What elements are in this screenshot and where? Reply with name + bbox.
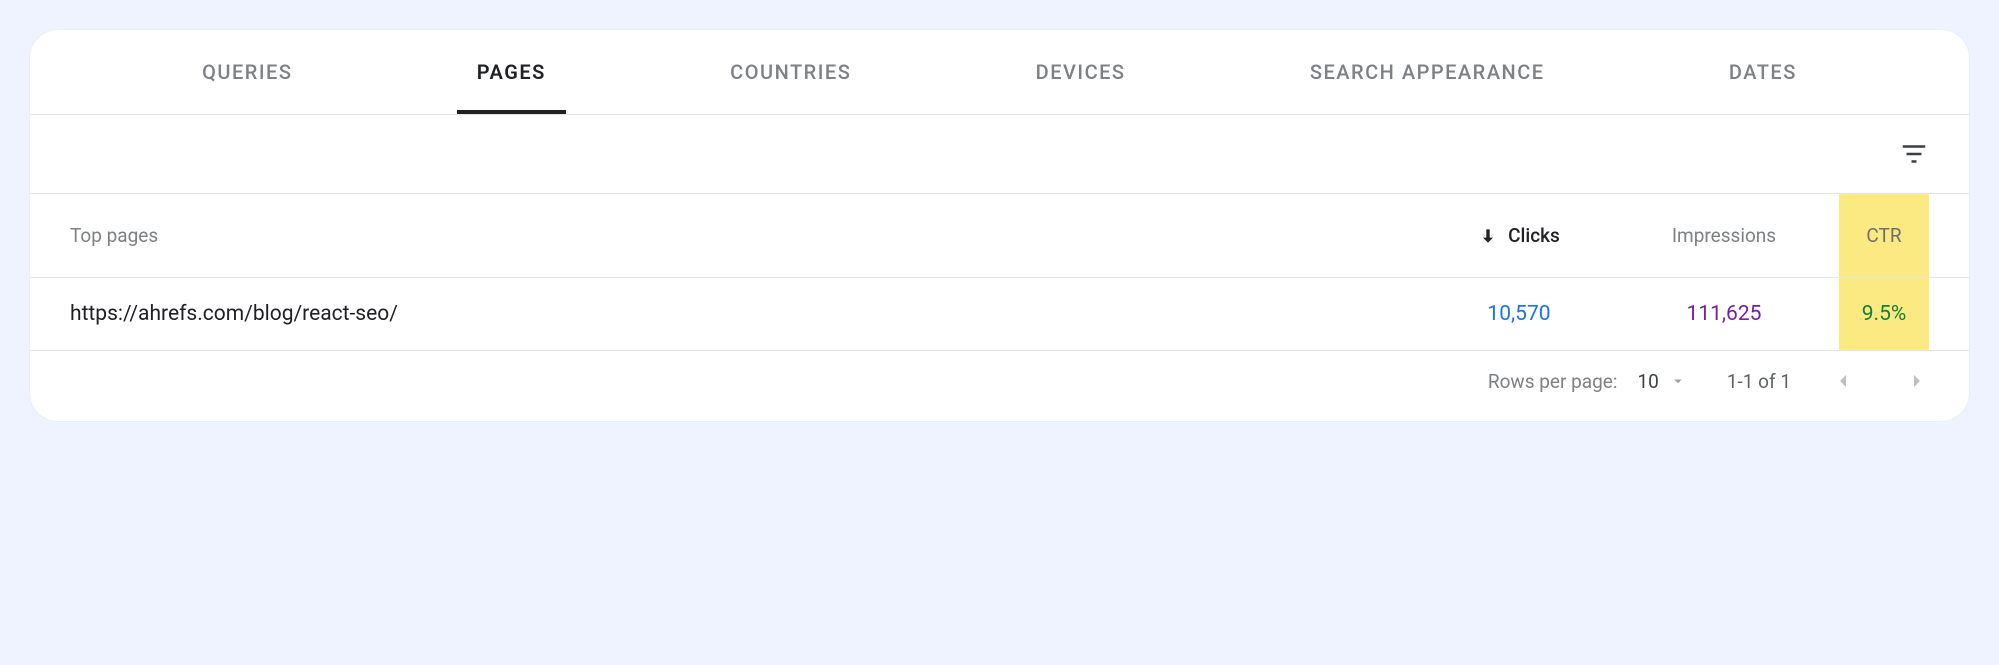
tab-queries[interactable]: QUERIES — [182, 30, 312, 114]
cell-impressions: 111,625 — [1609, 302, 1839, 326]
tab-countries[interactable]: COUNTRIES — [710, 30, 871, 114]
tab-devices[interactable]: DEVICES — [1016, 30, 1146, 114]
column-header-top-pages[interactable]: Top pages — [70, 224, 1429, 247]
dropdown-icon — [1669, 372, 1687, 390]
pager-prev-icon[interactable] — [1831, 369, 1855, 393]
sort-descending-icon — [1478, 226, 1498, 246]
pager-next-icon[interactable] — [1905, 369, 1929, 393]
tabs-bar: QUERIES PAGES COUNTRIES DEVICES SEARCH A… — [30, 30, 1969, 115]
tab-pages[interactable]: PAGES — [457, 30, 566, 114]
tab-search-appearance[interactable]: SEARCH APPEARANCE — [1290, 30, 1565, 114]
rows-per-page: Rows per page: 10 — [1488, 370, 1687, 393]
report-card: QUERIES PAGES COUNTRIES DEVICES SEARCH A… — [30, 30, 1969, 421]
cell-ctr: 9.5% — [1839, 278, 1929, 350]
column-header-ctr[interactable]: CTR — [1839, 194, 1929, 277]
table-header: Top pages Clicks Impressions CTR — [30, 194, 1969, 278]
rows-per-page-label: Rows per page: — [1488, 370, 1618, 393]
cell-clicks: 10,570 — [1429, 302, 1609, 326]
column-header-impressions[interactable]: Impressions — [1609, 224, 1839, 247]
column-header-clicks-label: Clicks — [1508, 224, 1560, 247]
table-row[interactable]: https://ahrefs.com/blog/react-seo/ 10,57… — [30, 278, 1969, 351]
pager-arrows — [1831, 369, 1929, 393]
filter-icon[interactable] — [1899, 139, 1929, 169]
cell-page-url[interactable]: https://ahrefs.com/blog/react-seo/ — [70, 302, 1429, 326]
pager-range: 1-1 of 1 — [1727, 370, 1791, 393]
pager: Rows per page: 10 1-1 of 1 — [30, 351, 1969, 421]
rows-per-page-value: 10 — [1637, 370, 1658, 393]
tab-dates[interactable]: DATES — [1709, 30, 1817, 114]
rows-per-page-select[interactable]: 10 — [1637, 370, 1686, 393]
filter-row — [30, 115, 1969, 194]
column-header-clicks[interactable]: Clicks — [1429, 224, 1609, 247]
